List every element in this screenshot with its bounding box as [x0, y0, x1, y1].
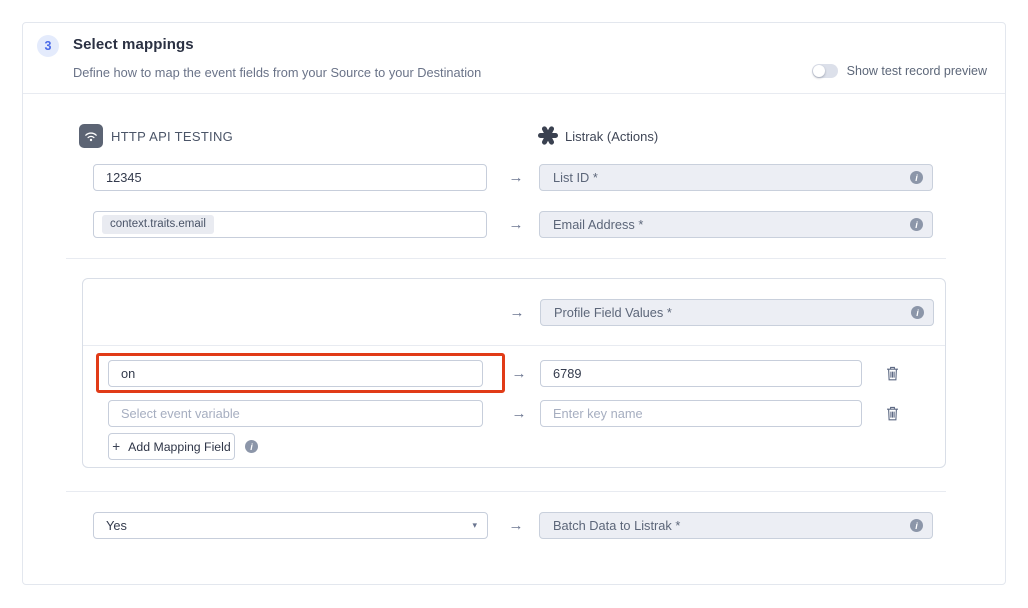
wifi-icon — [84, 130, 98, 142]
key-name-input-1[interactable] — [540, 360, 862, 387]
event-variable-input-2[interactable] — [108, 400, 483, 427]
step-number-badge: 3 — [37, 35, 59, 57]
info-icon[interactable]: i — [910, 218, 923, 231]
event-variable-input-1[interactable] — [108, 360, 483, 387]
group-divider — [83, 345, 945, 346]
chevron-down-icon: ▾ — [472, 520, 477, 531]
arrow-icon: → — [505, 516, 527, 536]
info-icon[interactable]: i — [911, 306, 924, 319]
delete-mapping-button[interactable] — [883, 404, 901, 422]
arrow-icon: → — [508, 364, 530, 384]
destination-column-name: Listrak (Actions) — [565, 129, 658, 144]
toggle-knob — [813, 65, 825, 77]
page-title: Select mappings — [73, 36, 194, 53]
destination-field-label: Batch Data to Listrak * — [553, 518, 680, 533]
plus-icon: + — [112, 439, 120, 454]
preview-toggle-row: Show test record preview — [812, 64, 987, 78]
variable-chip[interactable]: context.traits.email — [102, 215, 214, 234]
trash-icon — [886, 366, 899, 381]
email-source-input[interactable]: context.traits.email — [93, 211, 487, 238]
show-test-record-preview-toggle[interactable] — [812, 64, 838, 78]
select-value: Yes — [106, 518, 127, 533]
batch-source-select[interactable]: Yes ▾ — [93, 512, 488, 539]
key-name-input-2[interactable] — [540, 400, 862, 427]
email-destination-field: Email Address * i — [539, 211, 933, 238]
header-divider — [23, 93, 1005, 94]
add-mapping-field-button[interactable]: + Add Mapping Field — [108, 433, 235, 460]
batch-destination-field: Batch Data to Listrak * i — [539, 512, 933, 539]
section-divider — [66, 491, 946, 492]
profile-field-values-group: → Profile Field Values * i → → + Add Ma — [82, 278, 946, 468]
arrow-icon: → — [505, 215, 527, 235]
select-mappings-card: 3 Select mappings Define how to map the … — [22, 22, 1006, 585]
list-id-source-input[interactable] — [93, 164, 487, 191]
destination-field-label: Profile Field Values * — [554, 305, 672, 320]
trash-icon — [886, 406, 899, 421]
info-icon[interactable]: i — [910, 519, 923, 532]
destination-field-label: Email Address * — [553, 217, 643, 232]
arrow-icon: → — [505, 168, 527, 188]
section-divider — [66, 258, 946, 259]
info-icon[interactable]: i — [245, 440, 258, 453]
arrow-icon: → — [506, 303, 528, 323]
toggle-label: Show test record preview — [847, 64, 987, 78]
source-column-name: HTTP API TESTING — [111, 129, 233, 144]
destination-field-label: List ID * — [553, 170, 598, 185]
add-mapping-field-label: Add Mapping Field — [128, 440, 231, 454]
list-id-destination-field: List ID * i — [539, 164, 933, 191]
delete-mapping-button[interactable] — [883, 364, 901, 382]
arrow-icon: → — [508, 404, 530, 424]
page-subtitle: Define how to map the event fields from … — [73, 65, 481, 80]
listrak-logo-icon — [538, 125, 558, 145]
info-icon[interactable]: i — [910, 171, 923, 184]
profile-field-values-destination-field: Profile Field Values * i — [540, 299, 934, 326]
source-connection-icon — [79, 124, 103, 148]
